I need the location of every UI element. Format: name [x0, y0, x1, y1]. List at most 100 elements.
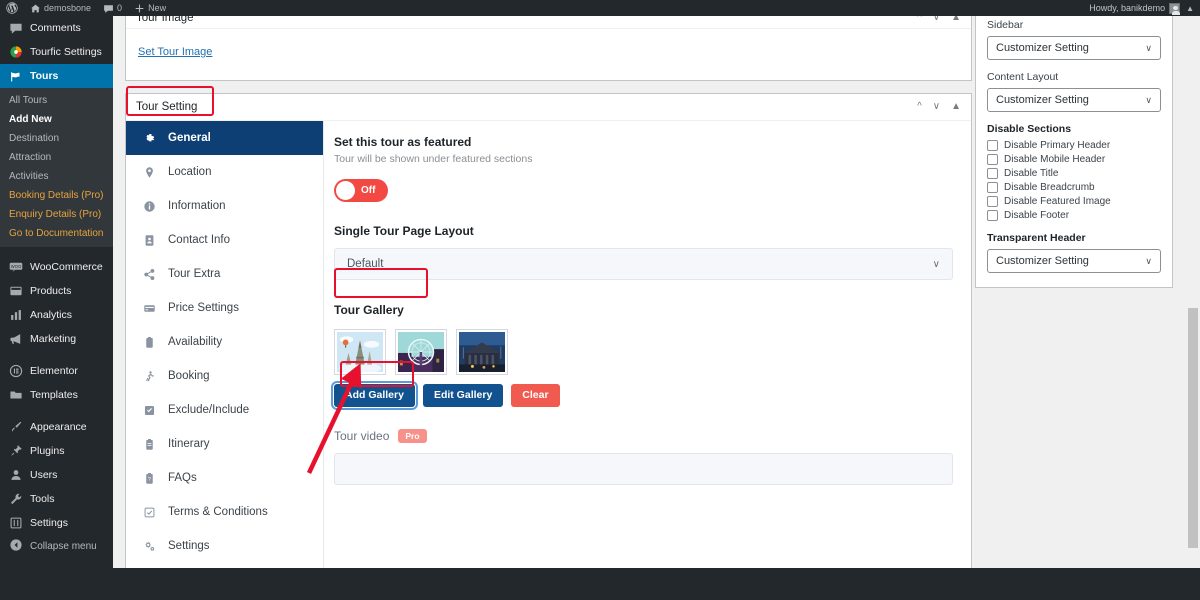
new-content-menu[interactable]: New — [128, 0, 172, 16]
featured-toggle[interactable]: Off — [334, 179, 388, 202]
tour-video-input[interactable] — [334, 453, 953, 485]
checkbox-disable-title[interactable]: Disable Title — [987, 168, 1161, 179]
sidebar-item-tools[interactable]: Tools — [0, 487, 113, 511]
tab-location[interactable]: Location — [126, 155, 323, 189]
sidebar-item-appearance[interactable]: Appearance — [0, 415, 113, 439]
tab-exclude-include[interactable]: Exclude/Include — [126, 393, 323, 427]
sidebar-item-label: Templates — [30, 389, 78, 401]
tab-itinerary[interactable]: Itinerary — [126, 427, 323, 461]
postbox-handle-actions: ^ ∨ ▲ — [917, 16, 961, 23]
submenu-item-destination[interactable]: Destination — [0, 129, 113, 148]
admin-work-area: Tour Image ^ ∨ ▲ Set Tour Image Tour Set… — [113, 16, 1200, 568]
collapse-menu-button[interactable]: Collapse menu — [0, 535, 113, 557]
wordpress-logo-icon[interactable] — [0, 0, 24, 16]
tour-setting-postbox-header[interactable]: Tour Setting ^ ∨ ▲ — [126, 94, 971, 121]
sidebar-select-label: Sidebar — [987, 19, 1024, 31]
tab-availability[interactable]: Availability — [126, 325, 323, 359]
howdy-greeting[interactable]: Howdy, banikdemo — [1089, 3, 1169, 13]
submenu-item-documentation[interactable]: Go to Documentation — [0, 224, 113, 243]
info-circle-icon — [142, 200, 156, 213]
sidebar-item-tours[interactable]: Tours — [0, 64, 113, 88]
sidebar-item-elementor[interactable]: Elementor — [0, 359, 113, 383]
submenu-item-enquiry-details[interactable]: Enquiry Details (Pro) — [0, 205, 113, 224]
tab-label: Terms & Conditions — [168, 506, 268, 518]
page-scrollbar-track[interactable] — [1185, 16, 1200, 568]
tab-faqs[interactable]: ? FAQs — [126, 461, 323, 495]
transparent-header-label: Transparent Header — [987, 232, 1086, 244]
london-eye-thumbnail — [398, 332, 444, 372]
sidebar-item-settings[interactable]: Settings — [0, 511, 113, 535]
edit-gallery-button[interactable]: Edit Gallery — [422, 384, 504, 407]
add-gallery-button[interactable]: Add Gallery — [331, 381, 418, 410]
checkbox-disable-footer[interactable]: Disable Footer — [987, 210, 1161, 221]
chevron-down-icon: ∨ — [1145, 255, 1152, 266]
checkbox-box — [987, 182, 998, 193]
page-scrollbar-thumb[interactable] — [1188, 308, 1198, 548]
sidebar-item-tourfic-settings[interactable]: Tourfic Settings — [0, 40, 113, 64]
sidebar-item-plugins[interactable]: Plugins — [0, 439, 113, 463]
pro-badge: Pro — [398, 428, 427, 443]
sidebar-item-label: Analytics — [30, 309, 73, 321]
clipboard-icon — [142, 336, 156, 349]
single-tour-page-layout-select[interactable]: Default ∨ — [334, 248, 953, 280]
wordpress-admin-screen: demosbone 0 New Howdy, banikdemo ▲ Comme… — [0, 0, 1200, 600]
gallery-thumbnail[interactable] — [395, 329, 447, 375]
content-layout-select[interactable]: Customizer Setting ∨ — [987, 88, 1161, 112]
chevron-up-icon[interactable]: ^ — [917, 102, 922, 112]
gallery-thumbnail[interactable] — [334, 329, 386, 375]
sidebar-item-products[interactable]: Products — [0, 279, 113, 303]
tab-terms-conditions[interactable]: Terms & Conditions — [126, 495, 323, 529]
checkbox-disable-primary-header[interactable]: Disable Primary Header — [987, 140, 1161, 151]
user-avatar-icon[interactable] — [1169, 2, 1181, 15]
tab-settings[interactable]: Settings — [126, 529, 323, 563]
tab-tour-extra[interactable]: Tour Extra — [126, 257, 323, 291]
sidebar-item-comments[interactable]: Comments — [0, 16, 113, 40]
folder-icon — [9, 388, 23, 402]
sidebar-item-woocommerce[interactable]: WOO WooCommerce — [0, 255, 113, 279]
checkbox-box — [987, 196, 998, 207]
comment-bubble-icon — [9, 21, 23, 35]
admin-bar-collapse-caret[interactable]: ▲ — [1180, 4, 1200, 13]
products-icon — [9, 284, 23, 298]
checkbox-disable-mobile-header[interactable]: Disable Mobile Header — [987, 154, 1161, 165]
sidebar-item-users[interactable]: Users — [0, 463, 113, 487]
sidebar-item-marketing[interactable]: Marketing — [0, 327, 113, 351]
tour-setting-body: General Location Information Contact Inf… — [126, 121, 971, 568]
sidebar-item-analytics[interactable]: Analytics — [0, 303, 113, 327]
tab-label: Itinerary — [168, 438, 210, 450]
home-icon — [30, 3, 41, 14]
submenu-item-add-new[interactable]: Add New — [0, 110, 113, 129]
tab-contact-info[interactable]: Contact Info — [126, 223, 323, 257]
submenu-item-booking-details[interactable]: Booking Details (Pro) — [0, 186, 113, 205]
chevron-down-icon: ∨ — [932, 258, 940, 270]
chevron-down-icon[interactable]: ∨ — [933, 16, 940, 23]
checkbox-label: Disable Featured Image — [1004, 196, 1111, 207]
tab-booking[interactable]: Booking — [126, 359, 323, 393]
submenu-item-all-tours[interactable]: All Tours — [0, 91, 113, 110]
submenu-item-attraction[interactable]: Attraction — [0, 148, 113, 167]
sidebar-select[interactable]: Customizer Setting ∨ — [987, 36, 1161, 60]
chevron-down-icon[interactable]: ∨ — [933, 102, 940, 112]
comments-bubble-menu[interactable]: 0 — [97, 0, 128, 16]
gear-icon — [142, 132, 156, 145]
clear-gallery-button[interactable]: Clear — [511, 384, 560, 407]
tour-setting-general-panel: Set this tour as featured Tour will be s… — [324, 121, 971, 568]
submenu-item-activities[interactable]: Activities — [0, 167, 113, 186]
chevron-up-icon[interactable]: ^ — [917, 16, 922, 23]
gallery-thumbnail[interactable] — [456, 329, 508, 375]
tab-general[interactable]: General — [126, 121, 323, 155]
transparent-header-select[interactable]: Customizer Setting ∨ — [987, 249, 1161, 273]
comments-count: 0 — [117, 3, 123, 13]
sidebar-item-templates[interactable]: Templates — [0, 383, 113, 407]
site-name-menu[interactable]: demosbone — [24, 0, 97, 16]
admin-bar-right-group: Howdy, banikdemo ▲ — [1089, 0, 1200, 16]
checkbox-disable-featured-image[interactable]: Disable Featured Image — [987, 196, 1161, 207]
tab-information[interactable]: Information — [126, 189, 323, 223]
panel-toggle-icon[interactable]: ▲ — [951, 102, 961, 112]
tour-image-postbox-header[interactable]: Tour Image ^ ∨ ▲ — [126, 16, 971, 29]
tab-price-settings[interactable]: Price Settings — [126, 291, 323, 325]
panel-toggle-icon[interactable]: ▲ — [951, 16, 961, 23]
set-tour-image-link[interactable]: Set Tour Image — [138, 46, 212, 58]
checkbox-disable-breadcrumb[interactable]: Disable Breadcrumb — [987, 182, 1161, 193]
svg-text:?: ? — [148, 477, 151, 483]
